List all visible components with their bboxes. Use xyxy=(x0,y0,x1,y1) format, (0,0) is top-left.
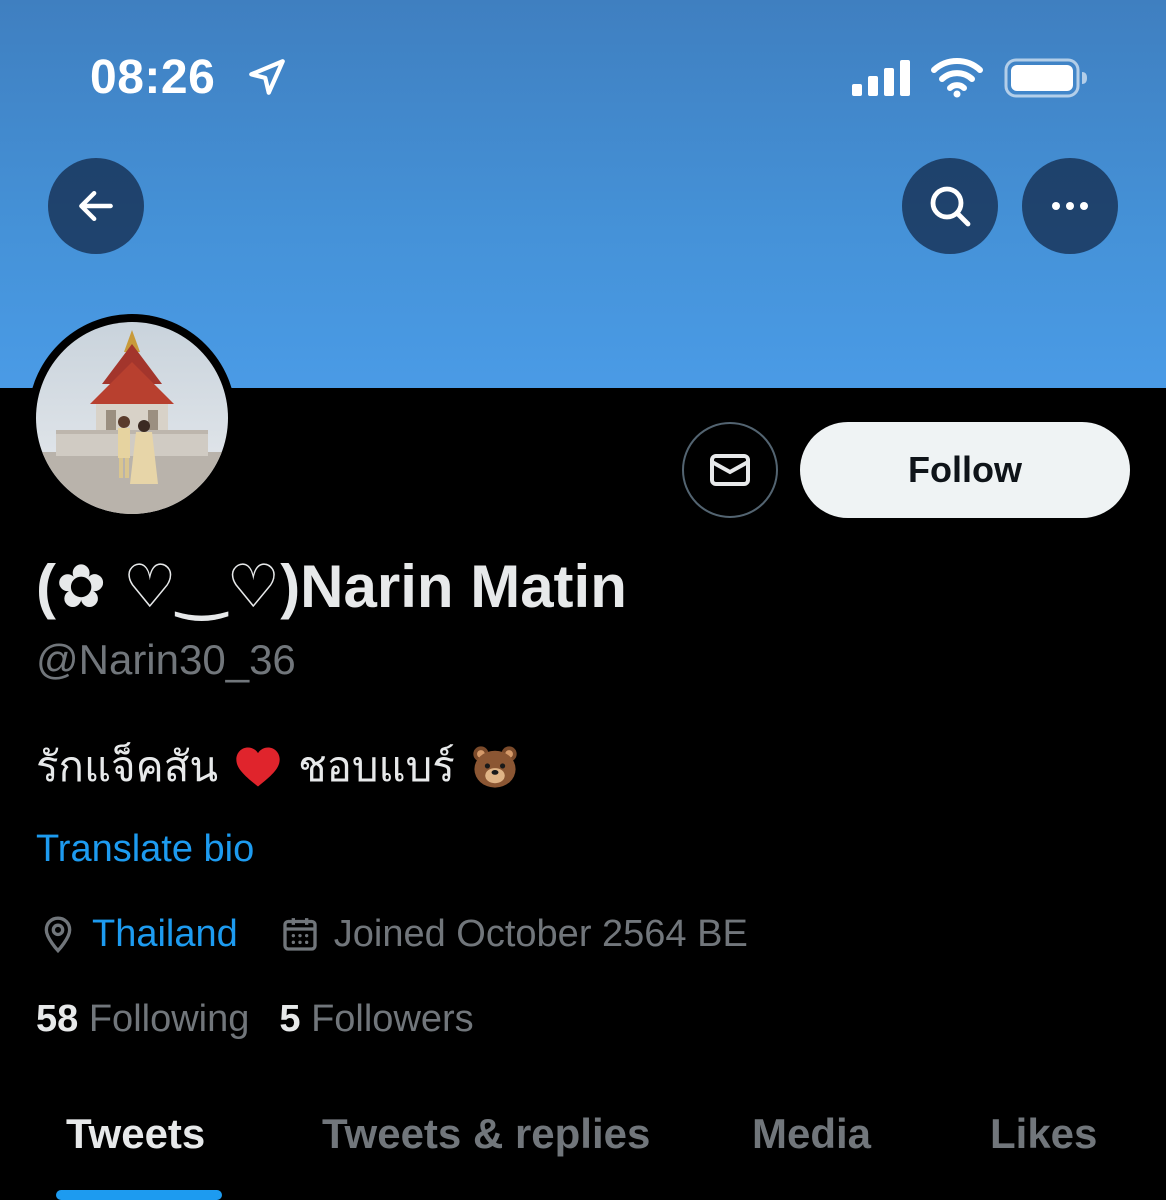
calendar-icon xyxy=(278,912,322,956)
tab-media[interactable]: Media xyxy=(752,1110,871,1158)
bio-text: ชอบแบร์ xyxy=(298,743,455,790)
red-heart-emoji-icon xyxy=(232,741,284,793)
status-time: 08:26 xyxy=(90,51,216,104)
active-tab-indicator xyxy=(56,1190,222,1200)
battery-icon xyxy=(1004,58,1087,98)
more-options-button[interactable] xyxy=(1022,158,1118,254)
joined-date: Joined October 2564 BE xyxy=(333,912,748,955)
envelope-icon xyxy=(710,454,750,486)
arrow-left-icon xyxy=(79,190,113,222)
back-button[interactable] xyxy=(48,158,144,254)
location-link[interactable]: Thailand xyxy=(92,913,238,956)
avatar-photo xyxy=(36,322,228,514)
bio-text: รักแจ็คสัน xyxy=(36,743,219,790)
user-handle: @Narin30_36 xyxy=(36,636,296,683)
cellular-signal-icon xyxy=(852,60,910,96)
profile-meta: Thailand Joined October 2564 BE xyxy=(36,912,748,956)
followers-stat[interactable]: 5 Followers xyxy=(279,998,473,1041)
location-pin-icon xyxy=(36,912,80,956)
avatar[interactable] xyxy=(28,314,236,522)
bio: รักแจ็คสัน ชอบแบร์ xyxy=(36,734,521,800)
location-services-icon xyxy=(249,59,285,95)
following-label: Following xyxy=(88,998,250,1040)
following-stat[interactable]: 58 Following xyxy=(36,998,249,1041)
search-button[interactable] xyxy=(902,158,998,254)
following-count: 58 xyxy=(36,998,79,1040)
wifi-icon xyxy=(931,58,983,98)
tab-tweets[interactable]: Tweets xyxy=(66,1110,205,1158)
display-name: (✿ ♡‿♡)Narin Matin xyxy=(36,553,627,620)
followers-label: Followers xyxy=(311,998,474,1040)
profile-tabs: Tweets Tweets & replies Media Likes xyxy=(0,1100,1166,1200)
ellipsis-icon xyxy=(1052,202,1088,210)
follow-button[interactable]: Follow xyxy=(800,422,1130,518)
follow-stats: 58 Following 5 Followers xyxy=(36,998,474,1041)
bear-emoji-icon xyxy=(469,741,521,793)
tab-likes[interactable]: Likes xyxy=(990,1110,1097,1158)
followers-count: 5 xyxy=(279,998,301,1040)
translate-bio-link[interactable]: Translate bio xyxy=(36,828,254,871)
message-button[interactable] xyxy=(682,422,778,518)
tab-tweets-and-replies[interactable]: Tweets & replies xyxy=(322,1110,650,1158)
search-icon xyxy=(930,186,971,227)
